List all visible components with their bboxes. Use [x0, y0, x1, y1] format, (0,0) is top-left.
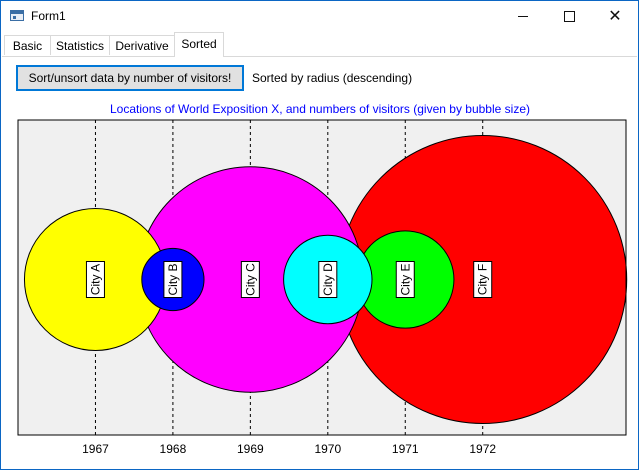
x-tick-label: 1967	[82, 442, 109, 456]
app-window: Form1 ✕ Basic Statistics Derivative Sort…	[0, 0, 639, 470]
x-tick-label: 1968	[160, 442, 187, 456]
bubble-label: City A	[85, 261, 105, 298]
tab-basic[interactable]: Basic	[4, 35, 51, 55]
maximize-icon	[563, 11, 575, 22]
client-area: Basic Statistics Derivative Sorted Sort/…	[2, 32, 637, 469]
bubble-label-text: City E	[398, 263, 412, 295]
title-bar[interactable]: Form1 ✕	[1, 1, 638, 32]
bubble-label-text: City F	[476, 264, 490, 295]
bubble-label: City D	[318, 261, 338, 298]
x-tick-label: 1972	[469, 442, 496, 456]
x-axis-ticks: 1967 1968 1969 1970 1971 1972	[82, 442, 496, 456]
bubble-label: City C	[240, 261, 260, 298]
tab-statistics[interactable]: Statistics	[50, 35, 110, 55]
maximize-button[interactable]	[546, 1, 592, 32]
bubble-label: City E	[395, 261, 415, 298]
x-tick-label: 1969	[237, 442, 264, 456]
window-app-icon	[10, 10, 24, 21]
x-tick-label: 1970	[314, 442, 341, 456]
bubble-chart: Locations of World Exposition X, and num…	[17, 102, 628, 456]
x-tick-label: 1971	[392, 442, 419, 456]
bubble-label-text: City D	[321, 263, 335, 296]
bubble-label-text: City C	[243, 263, 257, 296]
bubble-label: City B	[163, 261, 183, 298]
chart-title: Locations of World Exposition X, and num…	[110, 102, 530, 116]
bubble-label-text: City B	[166, 263, 180, 295]
tab-derivative[interactable]: Derivative	[109, 35, 175, 55]
window-title: Form1	[31, 9, 66, 23]
close-button[interactable]: ✕	[592, 1, 638, 32]
minimize-icon	[518, 16, 528, 17]
tab-strip: Basic Statistics Derivative Sorted	[2, 32, 637, 57]
bubble-label: City F	[473, 261, 493, 298]
tab-page-sorted: Sort/unsort data by number of visitors! …	[2, 56, 637, 469]
tab-sorted[interactable]: Sorted	[174, 32, 224, 57]
minimize-button[interactable]	[500, 1, 546, 32]
bubble-label-text: City A	[88, 264, 102, 295]
close-icon: ✕	[608, 7, 622, 25]
